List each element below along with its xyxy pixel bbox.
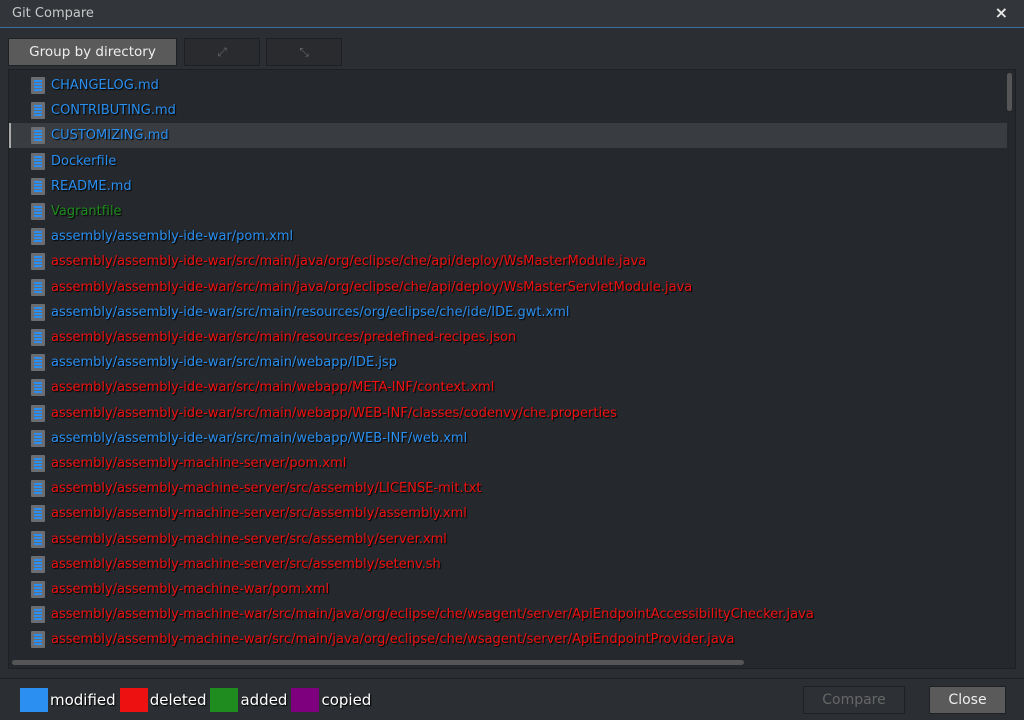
file-row[interactable]: assembly/assembly-machine-server/src/ass…	[9, 552, 1007, 577]
file-path: assembly/assembly-machine-war/src/main/j…	[51, 632, 735, 648]
file-path: CUSTOMIZING.md	[51, 128, 169, 144]
file-path: README.md	[51, 178, 132, 194]
file-icon	[31, 555, 45, 573]
file-row[interactable]: assembly/assembly-machine-server/src/ass…	[9, 527, 1007, 552]
file-path: assembly/assembly-ide-war/src/main/resou…	[51, 304, 570, 320]
file-row[interactable]: assembly/assembly-machine-war/src/main/j…	[9, 602, 1007, 627]
collapse-icon: ⤡	[299, 44, 309, 59]
file-row[interactable]: assembly/assembly-machine-server/src/ass…	[9, 476, 1007, 501]
file-icon	[31, 203, 45, 220]
file-row[interactable]: assembly/assembly-ide-war/src/main/java/…	[9, 249, 1007, 274]
horizontal-scrollbar[interactable]	[12, 660, 744, 665]
file-icon	[31, 606, 45, 624]
legend-label-deleted: deleted	[149, 691, 207, 709]
file-row[interactable]: Vagrantfile	[9, 199, 1007, 224]
legend-swatch-copied	[291, 688, 320, 712]
file-icon	[31, 379, 45, 397]
file-icon	[31, 354, 45, 372]
file-path: Vagrantfile	[51, 204, 122, 219]
file-path: assembly/assembly-machine-server/src/ass…	[51, 531, 447, 547]
file-row[interactable]: assembly/assembly-ide-war/src/main/webap…	[9, 350, 1007, 375]
file-path: assembly/assembly-ide-war/src/main/java/…	[51, 254, 647, 270]
file-icon	[31, 429, 45, 447]
file-path: assembly/assembly-machine-war/src/main/j…	[51, 607, 814, 623]
file-row[interactable]: CONTRIBUTING.md	[9, 98, 1007, 123]
file-row[interactable]: assembly/assembly-ide-war/src/main/webap…	[9, 401, 1007, 426]
legend-label-modified: modified	[50, 691, 116, 709]
file-icon	[31, 530, 45, 548]
file-icon	[31, 505, 45, 523]
file-icon	[31, 228, 45, 246]
file-icon	[31, 152, 45, 170]
file-row[interactable]: assembly/assembly-machine-server/src/ass…	[9, 501, 1007, 526]
file-path: assembly/assembly-ide-war/src/main/resou…	[51, 330, 517, 345]
file-icon	[31, 631, 45, 649]
file-path: assembly/assembly-ide-war/pom.xml	[51, 229, 294, 245]
file-icon	[31, 329, 45, 346]
file-path: assembly/assembly-ide-war/src/main/webap…	[51, 355, 397, 371]
file-row[interactable]: Dockerfile	[9, 149, 1007, 174]
compare-button[interactable]: Compare	[803, 686, 905, 714]
file-icon	[31, 303, 45, 321]
file-path: assembly/assembly-ide-war/src/main/webap…	[51, 405, 617, 421]
file-path: assembly/assembly-ide-war/src/main/webap…	[51, 380, 495, 396]
legend: modified deleted added copied	[20, 688, 375, 712]
close-icon[interactable]: ×	[995, 3, 1008, 22]
file-path: assembly/assembly-machine-war/pom.xml	[51, 582, 330, 597]
file-icon	[31, 404, 45, 422]
file-row[interactable]: assembly/assembly-ide-war/pom.xml	[9, 224, 1007, 249]
file-path: CHANGELOG.md	[51, 78, 159, 93]
file-path: assembly/assembly-machine-server/src/ass…	[51, 481, 482, 497]
file-icon	[31, 102, 45, 120]
file-icon	[31, 278, 45, 296]
file-row[interactable]: assembly/assembly-ide-war/src/main/java/…	[9, 275, 1007, 300]
file-row[interactable]: assembly/assembly-ide-war/src/main/resou…	[9, 325, 1007, 350]
file-path: Dockerfile	[51, 153, 117, 169]
file-icon	[31, 581, 45, 598]
file-icon	[31, 253, 45, 271]
legend-swatch-deleted	[119, 688, 148, 712]
collapse-all-button[interactable]: ⤡	[266, 38, 342, 66]
file-path: CONTRIBUTING.md	[51, 103, 176, 119]
dialog-title: Git Compare	[12, 6, 94, 21]
file-row[interactable]: assembly/assembly-machine-server/pom.xml	[9, 451, 1007, 476]
vertical-scrollbar[interactable]	[1007, 73, 1012, 111]
legend-swatch-added	[210, 688, 239, 712]
file-path: assembly/assembly-machine-server/pom.xml	[51, 456, 347, 471]
file-icon	[31, 455, 45, 472]
file-icon	[31, 177, 45, 195]
file-row[interactable]: assembly/assembly-ide-war/src/main/webap…	[9, 375, 1007, 400]
file-path: assembly/assembly-machine-server/src/ass…	[51, 556, 441, 572]
expand-all-button[interactable]: ⤢	[184, 38, 260, 66]
file-icon	[31, 77, 45, 94]
file-icon	[31, 127, 45, 145]
file-row[interactable]: CUSTOMIZING.md	[9, 123, 1007, 149]
file-row[interactable]: assembly/assembly-ide-war/src/main/webap…	[9, 426, 1007, 451]
file-row[interactable]: assembly/assembly-machine-war/src/main/j…	[9, 627, 1007, 652]
legend-swatch-modified	[20, 688, 48, 712]
close-button[interactable]: Close	[929, 686, 1006, 714]
file-row[interactable]: CHANGELOG.md	[9, 73, 1007, 98]
file-row[interactable]: assembly/assembly-ide-war/src/main/resou…	[9, 300, 1007, 325]
file-icon	[31, 480, 45, 498]
file-row[interactable]: assembly/assembly-machine-war/pom.xml	[9, 577, 1007, 602]
file-path: assembly/assembly-ide-war/src/main/java/…	[51, 279, 693, 295]
footer: modified deleted added copied Compare Close	[0, 678, 1024, 720]
expand-icon: ⤢	[217, 44, 227, 59]
file-list[interactable]: assembly/assembly-machine-war/src/main/j…	[8, 69, 1016, 669]
legend-label-added: added	[240, 691, 288, 709]
file-path: assembly/assembly-machine-server/src/ass…	[51, 506, 467, 522]
file-row[interactable]: README.md	[9, 174, 1007, 199]
legend-label-copied: copied	[321, 691, 372, 709]
file-path: assembly/assembly-ide-war/src/main/webap…	[51, 430, 468, 446]
group-by-directory-button[interactable]: Group by directory	[8, 38, 177, 66]
title-bar: Git Compare ×	[0, 0, 1024, 28]
